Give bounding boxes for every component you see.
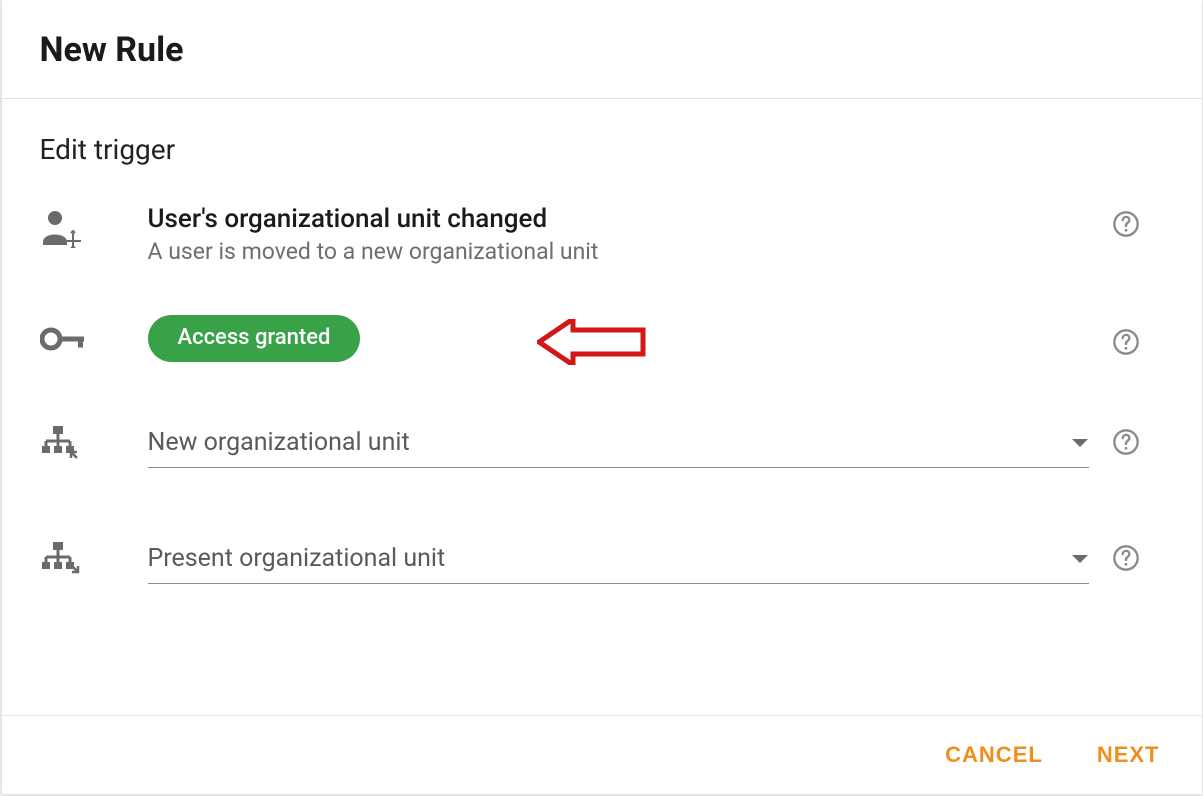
- user-move-icon: [40, 208, 84, 248]
- next-button[interactable]: NEXT: [1093, 736, 1164, 774]
- dialog-body[interactable]: Edit trigger: [2, 99, 1202, 715]
- dropdown-caret-icon: [1071, 553, 1089, 565]
- new-ou-select-label: New organizational unit: [148, 428, 1071, 457]
- section-heading: Edit trigger: [40, 133, 1164, 166]
- access-icon-cell: [40, 326, 148, 352]
- present-ou-select-label: Present organizational unit: [148, 544, 1071, 573]
- new-ou-select[interactable]: New organizational unit: [148, 422, 1089, 468]
- cancel-button[interactable]: CANCEL: [941, 736, 1047, 774]
- annotation-arrow-icon: [537, 319, 647, 365]
- dialog-footer: CANCEL NEXT: [2, 715, 1202, 794]
- key-icon: [40, 326, 86, 352]
- present-ou-row: Present organizational unit: [40, 538, 1164, 584]
- trigger-content: User's organizational unit changed A use…: [148, 204, 1089, 265]
- new-rule-dialog: New Rule Edit trigger: [2, 0, 1202, 794]
- help-icon[interactable]: [1112, 544, 1140, 572]
- access-granted-chip[interactable]: Access granted: [148, 315, 361, 362]
- org-unit-out-icon: [40, 540, 82, 576]
- help-icon[interactable]: [1112, 428, 1140, 456]
- present-ou-icon-cell: [40, 538, 148, 576]
- access-content: Access granted: [148, 315, 1089, 362]
- org-unit-in-icon: [40, 424, 82, 460]
- new-ou-row: New organizational unit: [40, 422, 1164, 468]
- trigger-row: User's organizational unit changed A use…: [40, 204, 1164, 265]
- help-icon[interactable]: [1112, 210, 1140, 238]
- trigger-title: User's organizational unit changed: [148, 204, 1089, 234]
- dropdown-caret-icon: [1071, 437, 1089, 449]
- dialog-header: New Rule: [2, 0, 1202, 99]
- spacer: [40, 604, 1164, 715]
- access-row: Access granted: [40, 315, 1164, 362]
- new-ou-content: New organizational unit: [148, 422, 1089, 468]
- present-ou-select[interactable]: Present organizational unit: [148, 538, 1089, 584]
- dialog-title: New Rule: [40, 30, 1164, 70]
- present-ou-content: Present organizational unit: [148, 538, 1089, 584]
- trigger-subtitle: A user is moved to a new organizational …: [148, 238, 1089, 265]
- new-ou-icon-cell: [40, 422, 148, 460]
- help-icon[interactable]: [1112, 328, 1140, 356]
- trigger-icon-cell: [40, 204, 148, 248]
